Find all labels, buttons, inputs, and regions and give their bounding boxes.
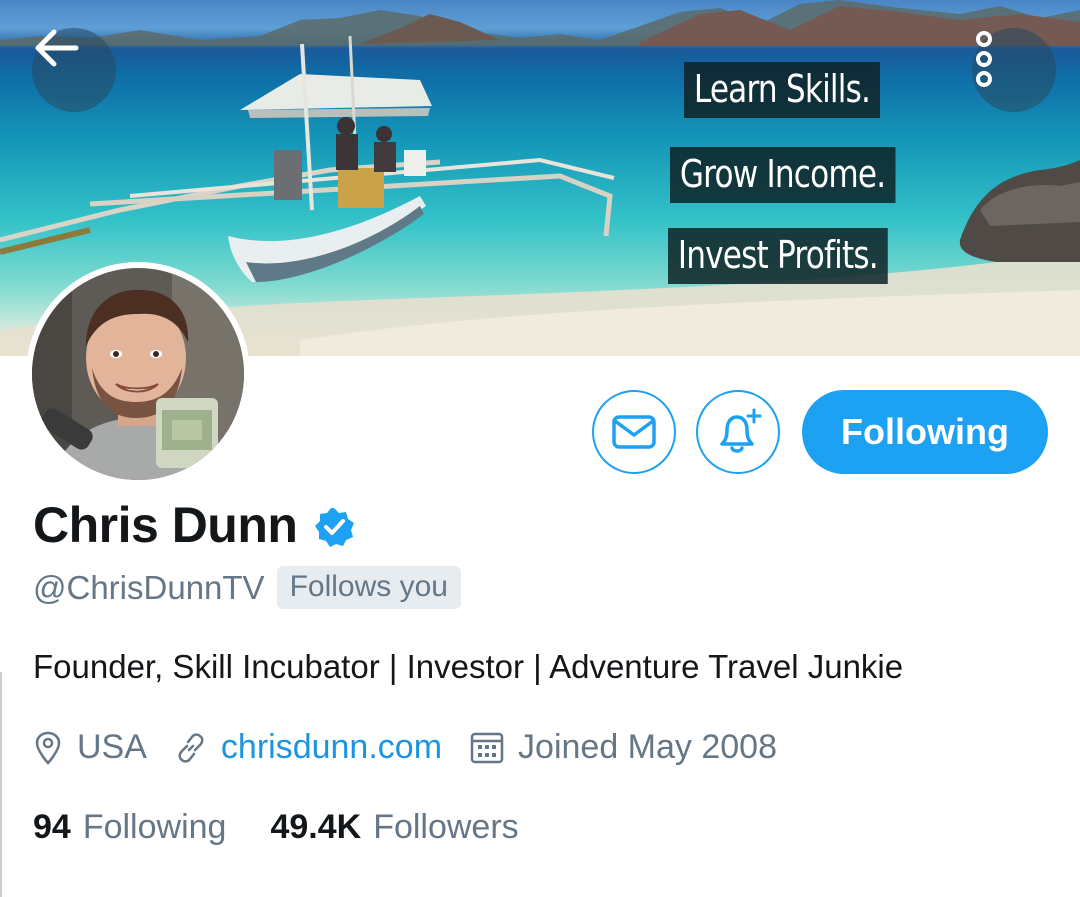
profile-bio: Founder, Skill Incubator | Investor | Ad… [33,648,904,685]
follow-stats: 94 Following 49.4K Followers [33,808,563,847]
more-options-button[interactable] [972,28,1056,112]
display-name: Chris Dunn [33,497,298,553]
avatar-image [32,268,244,480]
notifications-button[interactable] [696,390,780,474]
followers-label: Followers [373,808,519,846]
website-item[interactable]: chrisdunn.com [175,728,442,767]
avatar[interactable] [26,262,250,486]
location-text: USA [77,728,147,766]
back-button[interactable] [32,28,116,112]
calendar-icon [470,732,504,763]
arrow-left-icon [35,29,79,67]
joined-text: Joined May 2008 [518,728,777,766]
followers-count: 49.4K [270,808,362,846]
user-handle: @ChrisDunnTV [33,568,265,606]
envelope-icon [612,415,656,449]
profile-name-row: Chris Dunn [33,496,355,554]
banner-tagline: Grow Income. [670,147,896,203]
screen-edge-divider [0,672,2,897]
profile-meta: USA chrisdunn.com Joined May 2008 [33,728,805,767]
location-pin-icon [35,731,61,765]
banner-tagline: Learn Skills. [684,62,880,118]
following-label: Following [82,808,227,846]
more-vertical-icon [976,31,992,87]
message-button[interactable] [592,390,676,474]
following-button[interactable]: Following [802,390,1048,474]
location-item: USA [33,728,147,767]
following-stat[interactable]: 94 Following [33,808,226,847]
followers-stat[interactable]: 49.4K Followers [270,808,518,847]
handle-row: @ChrisDunnTV Follows you [33,566,461,609]
joined-item: Joined May 2008 [470,728,777,767]
follows-you-badge: Follows you [276,566,461,609]
banner-tagline: Invest Profits. [668,228,888,284]
website-link[interactable]: chrisdunn.com [221,728,442,767]
verified-badge-icon [315,508,355,547]
link-icon [178,732,204,763]
bell-plus-icon [720,408,762,453]
following-count: 94 [33,808,71,846]
